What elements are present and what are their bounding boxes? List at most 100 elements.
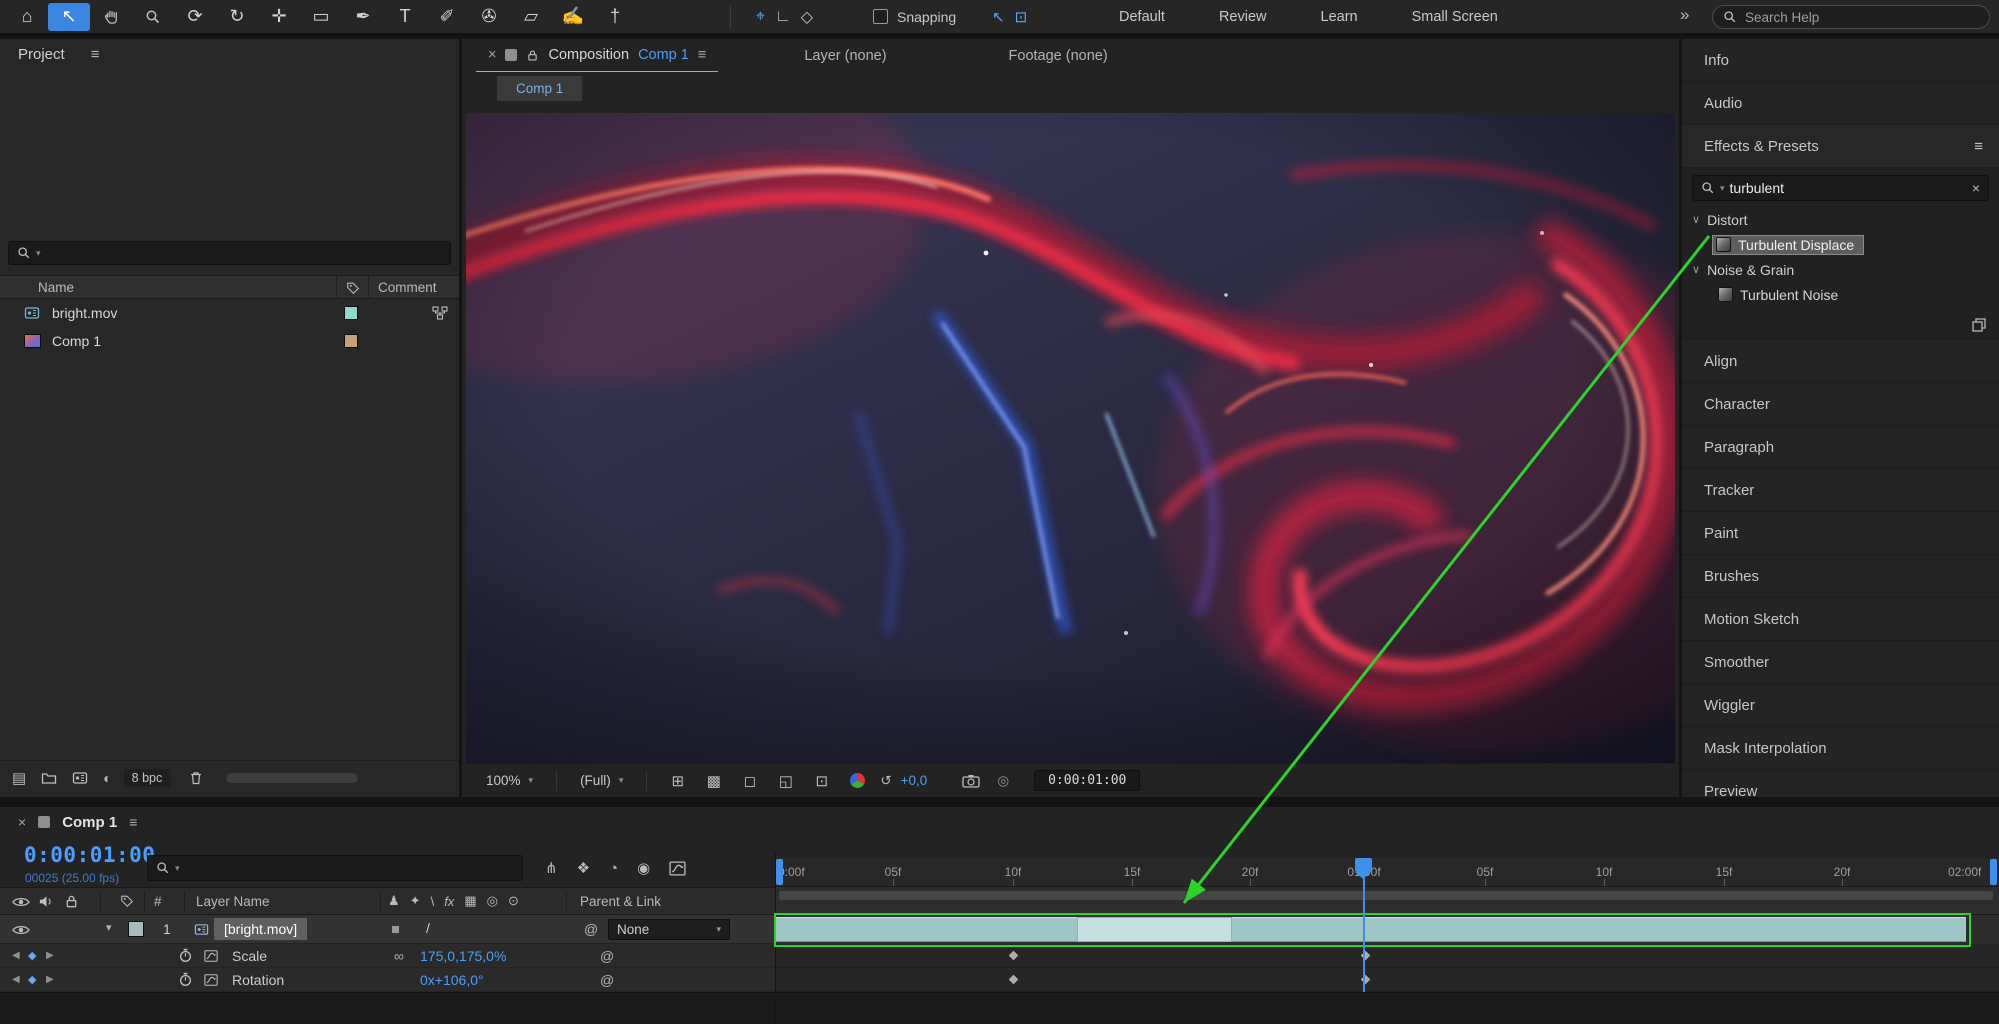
previous-keyframe-icon[interactable]: ◀ (12, 974, 20, 985)
panel-tab-brushes[interactable]: Brushes (1682, 555, 1999, 598)
parent-dropdown[interactable]: None ▾ (608, 919, 730, 940)
orbit-camera-tool-icon[interactable]: ⟳ (174, 3, 216, 31)
parent-pickwhip-icon[interactable]: @ (584, 921, 598, 937)
axis-local-icon[interactable]: ⌖ (756, 8, 765, 26)
horizontal-scrollbar[interactable] (226, 773, 358, 783)
project-item-row[interactable]: bright.mov (0, 299, 459, 327)
tab-layer[interactable]: Layer (none) (778, 48, 912, 64)
keyframe-indicator[interactable]: ◆ (28, 949, 36, 962)
layer-name[interactable]: [bright.mov] (214, 918, 307, 940)
time-ruler[interactable]: 0:00f 05f 10f 15f 20f 01:00f 05f 10f 15f… (776, 858, 1999, 887)
panel-tab-audio[interactable]: Audio (1682, 82, 1999, 125)
column-layer-name[interactable]: Layer Name (196, 894, 270, 909)
project-item-row[interactable]: Comp 1 (0, 327, 459, 355)
show-snapshot-icon[interactable]: ◎ (997, 773, 1009, 789)
clear-search-icon[interactable]: × (1972, 180, 1980, 196)
stopwatch-icon[interactable] (178, 972, 193, 987)
panel-tab-paragraph[interactable]: Paragraph (1682, 426, 1999, 469)
next-keyframe-icon[interactable]: ▶ (46, 950, 54, 961)
snapshot-icon[interactable] (962, 774, 980, 788)
project-search-input[interactable]: ▾ (8, 241, 451, 265)
collapse-switch[interactable] (392, 926, 399, 933)
work-area-bar[interactable] (779, 891, 1993, 900)
help-search-input[interactable]: Search Help (1712, 5, 1990, 29)
close-icon[interactable]: × (488, 47, 496, 63)
effects-group-noise-grain[interactable]: ∨ Noise & Grain (1682, 257, 1999, 282)
motion-blur-switch-icon[interactable]: ◎ (487, 893, 498, 909)
list-view-icon[interactable]: ▤ (12, 769, 26, 787)
adjustment-switch-icon[interactable]: ⊙ (508, 893, 519, 909)
tab-composition[interactable]: × Composition Comp 1 ≡ (476, 39, 718, 72)
pen-tool-icon[interactable]: ✒ (342, 3, 384, 31)
panel-tab-paint[interactable]: Paint (1682, 512, 1999, 555)
quality-switch[interactable]: / (426, 920, 430, 936)
clone-stamp-tool-icon[interactable]: ✇ (468, 3, 510, 31)
layer-row[interactable]: ▾ 1 [bright.mov] / @ None ▾ (0, 915, 776, 944)
grid-guides-icon[interactable]: ⊞ (664, 772, 691, 790)
motion-blur-icon[interactable]: ◉ (637, 859, 650, 877)
current-time-indicator[interactable] (1363, 873, 1365, 992)
snap-features-icon[interactable]: ⊡ (1015, 8, 1028, 26)
effect-item-turbulent-noise[interactable]: Turbulent Noise (1682, 282, 1999, 307)
panel-tab-preview[interactable]: Preview (1682, 770, 1999, 797)
panel-tab-effects-presets[interactable]: Effects & Presets ≡ (1682, 125, 1999, 168)
column-divider[interactable] (336, 276, 337, 298)
keyframe-diamond[interactable] (1007, 949, 1020, 962)
label-swatch[interactable] (344, 334, 358, 348)
effects-switch-icon[interactable]: fx (444, 894, 454, 909)
frame-blend-icon[interactable]: ◔ (609, 860, 618, 877)
column-divider[interactable] (368, 276, 369, 298)
home-icon[interactable]: ⌂ (6, 3, 48, 31)
layer-expand-toggle[interactable]: ▾ (106, 921, 112, 934)
puppet-tool-icon[interactable]: † (594, 3, 636, 31)
panel-tab-character[interactable]: Character (1682, 383, 1999, 426)
quality-switch-icon[interactable]: \ (431, 894, 435, 909)
type-tool-icon[interactable]: T (384, 3, 426, 31)
tab-footage[interactable]: Footage (none) (983, 48, 1134, 64)
panel-tab-info[interactable]: Info (1682, 39, 1999, 82)
selection-tool-icon[interactable]: ↖ (48, 3, 90, 31)
eye-column-icon[interactable] (12, 896, 30, 908)
property-pickwhip-icon[interactable]: @ (600, 972, 614, 988)
layer-visibility-toggle[interactable] (12, 924, 30, 936)
panel-tab-motion-sketch[interactable]: Motion Sketch (1682, 598, 1999, 641)
previous-keyframe-icon[interactable]: ◀ (12, 950, 20, 961)
rotation-value[interactable]: 0x+106,0° (420, 972, 484, 988)
panel-menu-icon[interactable]: ≡ (129, 814, 137, 830)
lock-column-icon[interactable] (64, 894, 79, 909)
next-keyframe-icon[interactable]: ▶ (46, 974, 54, 985)
stopwatch-icon[interactable] (178, 948, 193, 963)
panel-tab-wiggler[interactable]: Wiggler (1682, 684, 1999, 727)
axis-view-icon[interactable]: ◇ (801, 7, 813, 27)
zoom-tool-icon[interactable] (132, 3, 174, 31)
transparency-grid-icon[interactable]: ▩ (700, 772, 727, 790)
column-comment[interactable]: Comment (378, 280, 437, 295)
workspace-overflow-button[interactable]: » (1680, 5, 1689, 25)
audio-column-icon[interactable] (38, 894, 53, 909)
collapse-switch-icon[interactable]: ✦ (410, 893, 421, 909)
workspace-tab-small-screen[interactable]: Small Screen (1385, 9, 1525, 25)
timeline-tab[interactable]: × Comp 1 ≡ (0, 807, 137, 837)
delete-icon[interactable] (188, 770, 204, 786)
pan-behind-tool-icon[interactable]: ✛ (258, 3, 300, 31)
label-column-icon[interactable] (120, 894, 134, 908)
comp-name-button[interactable]: Comp 1 (497, 76, 582, 101)
property-row-scale[interactable]: ◀ ◆ ▶ Scale ∞ 175,0,175,0% @ (0, 944, 776, 968)
roto-brush-tool-icon[interactable]: ✍ (552, 3, 594, 31)
time-navigator-handle[interactable] (776, 859, 783, 885)
scale-value[interactable]: 175,0,175,0% (420, 948, 506, 964)
mask-visibility-icon[interactable]: ◻ (736, 772, 763, 790)
panel-menu-icon[interactable]: ≡ (91, 46, 100, 63)
show-channel-icon[interactable] (850, 773, 865, 788)
panel-tab-tracker[interactable]: Tracker (1682, 469, 1999, 512)
mini-flowchart-icon[interactable]: ⋔ (545, 859, 558, 877)
work-area-track[interactable] (776, 887, 1999, 915)
panel-tab-mask-interpolation[interactable]: Mask Interpolation (1682, 727, 1999, 770)
panel-tab-align[interactable]: Align (1682, 340, 1999, 383)
workspace-tab-default[interactable]: Default (1092, 9, 1192, 25)
layer-label-swatch[interactable] (128, 921, 144, 937)
shy-switch-icon[interactable]: ♟ (388, 893, 400, 909)
constrain-proportions-icon[interactable]: ∞ (394, 948, 404, 964)
frame-blend-switch-icon[interactable]: ▦ (464, 893, 476, 909)
workspace-tab-learn[interactable]: Learn (1294, 9, 1385, 25)
